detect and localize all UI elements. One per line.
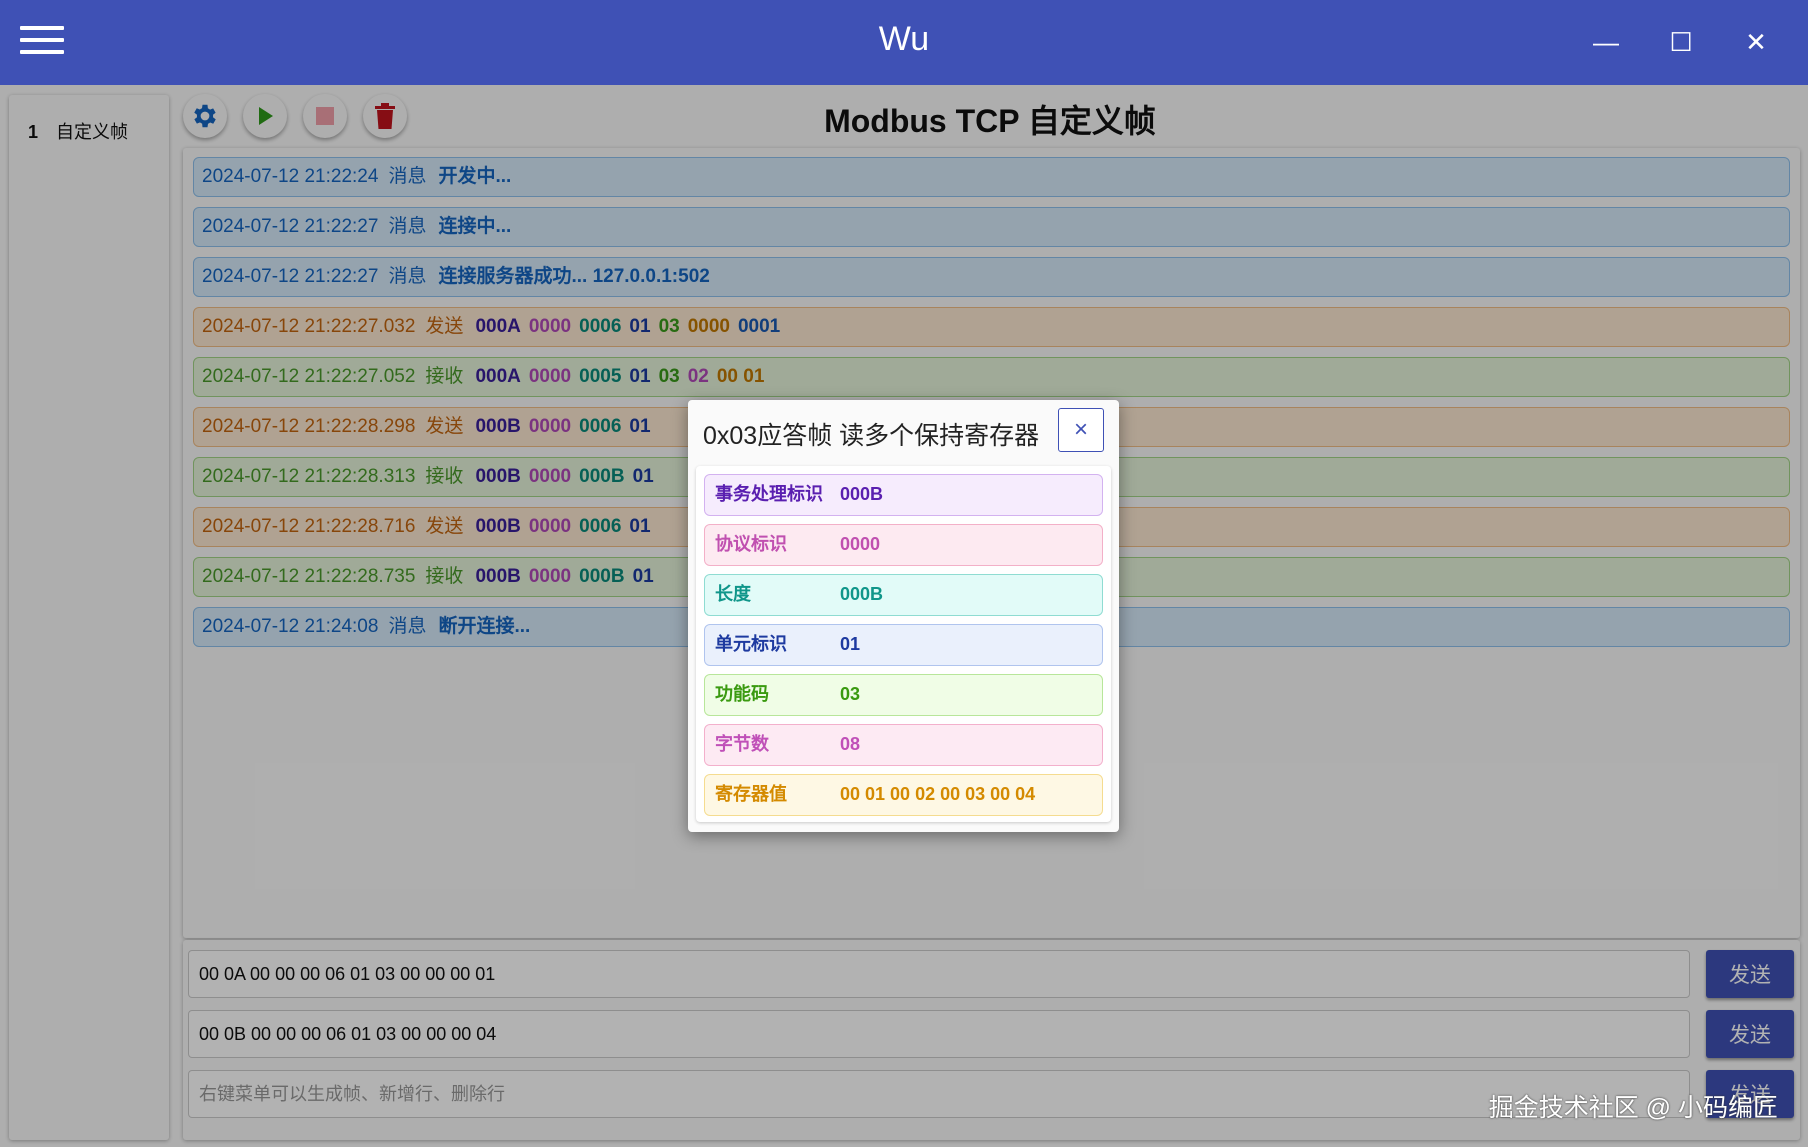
app-title: Wu xyxy=(0,20,1808,59)
field-row: 事务处理标识000B xyxy=(704,474,1103,516)
title-bar: Wu — ☐ ✕ xyxy=(0,0,1808,85)
field-row: 寄存器值00 01 00 02 00 03 00 04 xyxy=(704,774,1103,816)
watermark: 掘金技术社区 @ 小码编匠 xyxy=(1489,1088,1778,1124)
field-row: 协议标识0000 xyxy=(704,524,1103,566)
dialog-close-button[interactable]: × xyxy=(1058,408,1104,452)
field-value: 000B xyxy=(840,484,883,504)
field-label: 协议标识 xyxy=(715,525,840,564)
dialog-fields: 事务处理标识000B协议标识0000长度000B单元标识01功能码03字节数08… xyxy=(696,466,1111,822)
field-value: 00 01 00 02 00 03 00 04 xyxy=(840,784,1035,804)
field-label: 字节数 xyxy=(715,725,840,764)
close-window-button[interactable]: ✕ xyxy=(1736,22,1776,62)
field-value: 01 xyxy=(840,634,860,654)
maximize-button[interactable]: ☐ xyxy=(1661,22,1701,62)
field-value: 03 xyxy=(840,684,860,704)
field-label: 长度 xyxy=(715,575,840,614)
frame-detail-dialog: 0x03应答帧 读多个保持寄存器 × 事务处理标识000B协议标识0000长度0… xyxy=(688,400,1119,832)
field-label: 寄存器值 xyxy=(715,775,840,814)
field-label: 功能码 xyxy=(715,675,840,714)
field-value: 08 xyxy=(840,734,860,754)
field-label: 单元标识 xyxy=(715,625,840,664)
dialog-title: 0x03应答帧 读多个保持寄存器 xyxy=(703,416,1039,452)
field-label: 事务处理标识 xyxy=(715,475,840,514)
minimize-button[interactable]: — xyxy=(1586,22,1626,62)
field-value: 000B xyxy=(840,584,883,604)
field-row: 字节数08 xyxy=(704,724,1103,766)
field-value: 0000 xyxy=(840,534,880,554)
field-row: 功能码03 xyxy=(704,674,1103,716)
field-row: 单元标识01 xyxy=(704,624,1103,666)
field-row: 长度000B xyxy=(704,574,1103,616)
